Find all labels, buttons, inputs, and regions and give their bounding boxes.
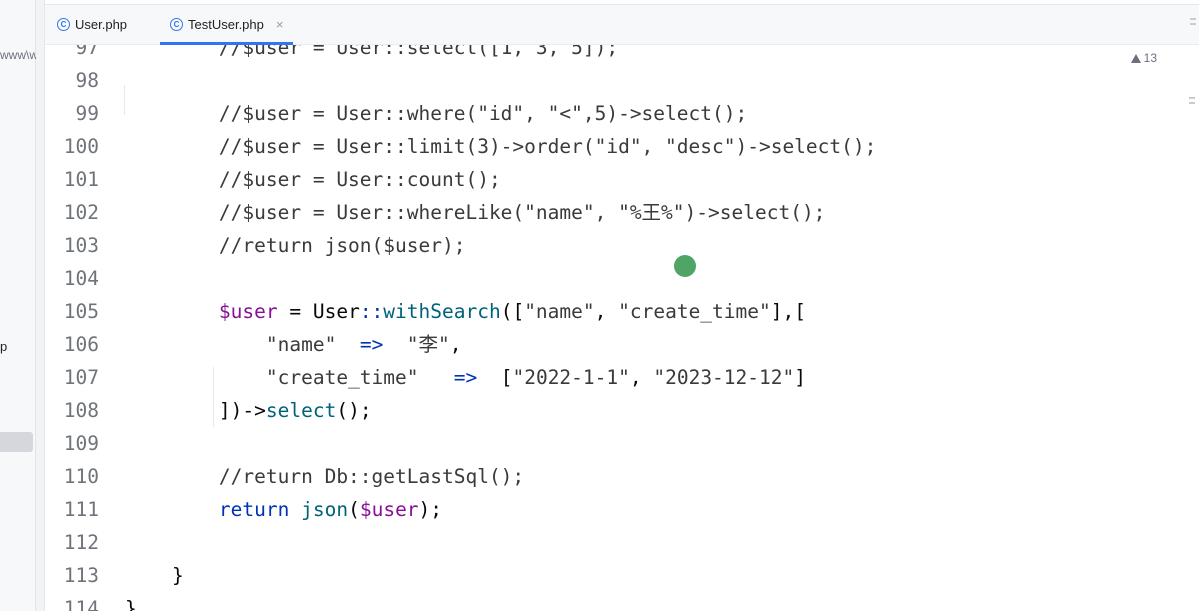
- code-line[interactable]: 110 //return Db::getLastSql();: [45, 460, 1199, 493]
- code-line[interactable]: 112: [45, 526, 1199, 559]
- line-number[interactable]: 97: [45, 45, 99, 64]
- code-line[interactable]: 111 return json($user);: [45, 493, 1199, 526]
- line-number[interactable]: 106: [45, 328, 99, 361]
- line-number[interactable]: 112: [45, 526, 99, 559]
- code-text[interactable]: //$user = User::where("id", "<",5)->sele…: [125, 97, 747, 130]
- code-text[interactable]: //$user = User::limit(3)->order("id", "d…: [125, 130, 876, 163]
- editor-tab-bar: C User.php C TestUser.php ×: [45, 4, 1199, 45]
- code-text[interactable]: "create_time" => ["2022-1-1", "2023-12-1…: [125, 361, 806, 394]
- menu-dot: [1190, 23, 1196, 25]
- line-number[interactable]: 107: [45, 361, 99, 394]
- code-line[interactable]: 104: [45, 262, 1199, 295]
- code-text[interactable]: //$user = User::count();: [125, 163, 501, 196]
- panel-splitter[interactable]: [36, 0, 45, 611]
- code-line[interactable]: 109: [45, 427, 1199, 460]
- line-number[interactable]: 108: [45, 394, 99, 427]
- code-line[interactable]: 113 }: [45, 559, 1199, 592]
- code-line[interactable]: 114}: [45, 592, 1199, 611]
- code-text[interactable]: "name" => "李",: [125, 328, 462, 361]
- code-text[interactable]: //$user = User::whereLike("name", "%王%")…: [125, 196, 826, 229]
- line-number[interactable]: 99: [45, 97, 99, 130]
- tab-user-php[interactable]: C User.php: [57, 4, 127, 44]
- line-number[interactable]: 105: [45, 295, 99, 328]
- code-line[interactable]: 99 //$user = User::where("id", "<",5)->s…: [45, 97, 1199, 130]
- close-tab-icon[interactable]: ×: [276, 17, 284, 32]
- code-line[interactable]: 102 //$user = User::whereLike("name", "%…: [45, 196, 1199, 229]
- line-number[interactable]: 103: [45, 229, 99, 262]
- code-text[interactable]: $user = User::withSearch(["name", "creat…: [125, 295, 806, 328]
- code-text[interactable]: }: [125, 559, 184, 592]
- code-text[interactable]: }: [125, 592, 137, 611]
- line-number[interactable]: 101: [45, 163, 99, 196]
- code-text[interactable]: //$user = User::select([1, 3, 5]);: [125, 45, 618, 64]
- project-tree-fragment-2[interactable]: p: [0, 339, 7, 354]
- code-editor[interactable]: 13 97 //$user = User::select([1, 3, 5]);…: [45, 45, 1199, 611]
- tab-label: TestUser.php: [188, 16, 264, 32]
- line-number[interactable]: 104: [45, 262, 99, 295]
- code-text[interactable]: ])->select();: [125, 394, 372, 427]
- code-line[interactable]: 103 //return json($user);: [45, 229, 1199, 262]
- line-number[interactable]: 98: [45, 64, 99, 97]
- line-number[interactable]: 114: [45, 592, 99, 611]
- code-line[interactable]: 101 //$user = User::count();: [45, 163, 1199, 196]
- menu-dot: [1190, 18, 1196, 20]
- tab-label: User.php: [75, 16, 128, 32]
- code-line[interactable]: 107 "create_time" => ["2022-1-1", "2023-…: [45, 361, 1199, 394]
- line-number[interactable]: 113: [45, 559, 99, 592]
- line-number[interactable]: 110: [45, 460, 99, 493]
- line-number[interactable]: 102: [45, 196, 99, 229]
- code-text[interactable]: return json($user);: [125, 493, 442, 526]
- code-text[interactable]: //return json($user);: [125, 229, 466, 262]
- code-line[interactable]: 105 $user = User::withSearch(["name", "c…: [45, 295, 1199, 328]
- tab-testuser-php[interactable]: C TestUser.php ×: [160, 4, 294, 45]
- php-class-icon: C: [57, 17, 70, 31]
- code-line[interactable]: 106 "name" => "李",: [45, 328, 1199, 361]
- code-line[interactable]: 100 //$user = User::limit(3)->order("id"…: [45, 130, 1199, 163]
- line-number[interactable]: 111: [45, 493, 99, 526]
- code-line[interactable]: 98: [45, 64, 1199, 97]
- tab-overflow-menu[interactable]: [1189, 4, 1199, 44]
- line-number[interactable]: 100: [45, 130, 99, 163]
- code-line[interactable]: 108 ])->select();: [45, 394, 1199, 427]
- php-class-icon: C: [170, 17, 183, 31]
- code-text[interactable]: //return Db::getLastSql();: [125, 460, 524, 493]
- project-tree-selected-item[interactable]: [0, 432, 33, 452]
- line-number[interactable]: 109: [45, 427, 99, 460]
- project-panel: www\w p: [0, 0, 38, 611]
- code-line[interactable]: 97 //$user = User::select([1, 3, 5]);: [45, 45, 1199, 64]
- mouse-cursor-marker: [674, 255, 696, 277]
